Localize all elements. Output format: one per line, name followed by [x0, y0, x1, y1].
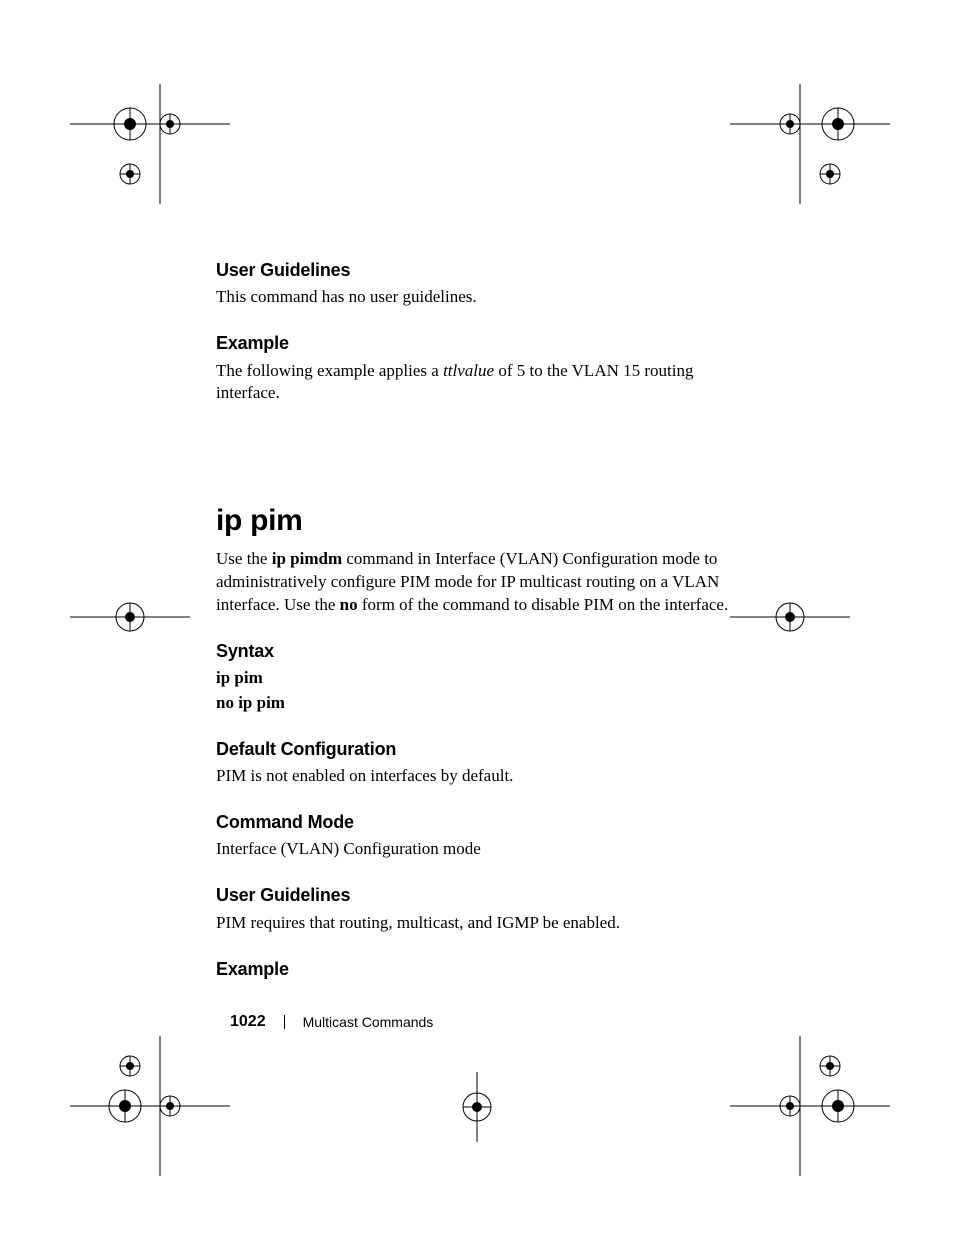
- syntax-line-1: ip pim: [216, 667, 746, 690]
- text-command-mode: Interface (VLAN) Configuration mode: [216, 838, 746, 861]
- example1-ital: ttlvalue: [443, 361, 494, 380]
- crop-mark-bottom-center: [417, 1072, 537, 1142]
- intro-bold-2: no: [340, 595, 358, 614]
- heading-default-config: Default Configuration: [216, 737, 746, 761]
- page-content: User Guidelines This command has no user…: [216, 258, 746, 1003]
- command-title: ip pim: [216, 501, 746, 542]
- heading-example-1: Example: [216, 331, 746, 355]
- crop-mark-top-right: [730, 84, 890, 204]
- text-example-1: The following example applies a ttlvalue…: [216, 360, 746, 406]
- intro-bold-1: ip pimdm: [272, 549, 342, 568]
- crop-mark-bottom-right: [730, 1036, 890, 1176]
- crop-mark-mid-right: [730, 582, 850, 652]
- chapter-name: Multicast Commands: [303, 1014, 434, 1030]
- command-intro: Use the ip pimdm command in Interface (V…: [216, 548, 746, 617]
- heading-example-2: Example: [216, 957, 746, 981]
- heading-syntax: Syntax: [216, 639, 746, 663]
- heading-command-mode: Command Mode: [216, 810, 746, 834]
- intro-pre: Use the: [216, 549, 272, 568]
- page-footer: 1022 Multicast Commands: [230, 1013, 433, 1031]
- heading-user-guidelines-2: User Guidelines: [216, 883, 746, 907]
- page-number: 1022: [230, 1013, 266, 1031]
- crop-mark-mid-left: [70, 582, 190, 652]
- text-user-guidelines-1: This command has no user guidelines.: [216, 286, 746, 309]
- crop-mark-top-left: [70, 84, 230, 204]
- heading-user-guidelines-1: User Guidelines: [216, 258, 746, 282]
- text-default-config: PIM is not enabled on interfaces by defa…: [216, 765, 746, 788]
- footer-divider: [284, 1015, 285, 1029]
- syntax-line-2: no ip pim: [216, 692, 746, 715]
- crop-mark-bottom-left: [70, 1036, 230, 1176]
- text-user-guidelines-2: PIM requires that routing, multicast, an…: [216, 912, 746, 935]
- intro-post: form of the command to disable PIM on th…: [358, 595, 729, 614]
- example1-pre: The following example applies a: [216, 361, 443, 380]
